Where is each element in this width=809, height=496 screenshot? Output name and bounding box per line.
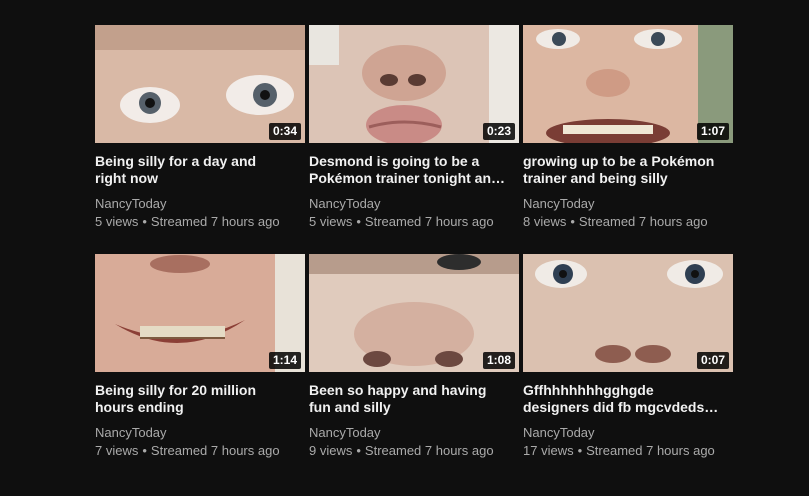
video-metadata: 17 views • Streamed 7 hours ago (523, 442, 719, 460)
view-count: 5 views (95, 214, 139, 229)
video-grid: 0:34 Being silly for a day and right now… (95, 25, 733, 483)
view-count: 9 views (309, 443, 353, 458)
duration-badge: 1:14 (268, 352, 301, 369)
duration-badge: 0:07 (696, 352, 729, 369)
video-thumbnail[interactable]: 1:07 (523, 25, 733, 143)
video-title[interactable]: growing up to be a Pokémon trainer and b… (523, 153, 719, 187)
video-card[interactable]: 0:34 Being silly for a day and right now… (95, 25, 305, 254)
streamed-time: Streamed 7 hours ago (150, 443, 280, 458)
video-thumbnail[interactable]: 0:34 (95, 25, 305, 143)
video-thumbnail[interactable]: 1:08 (309, 254, 519, 372)
video-thumbnail[interactable]: 0:07 (523, 254, 733, 372)
video-metadata: 7 views • Streamed 7 hours ago (95, 442, 291, 460)
streamed-time: Streamed 7 hours ago (578, 214, 708, 229)
streamed-time: Streamed 7 hours ago (364, 443, 494, 458)
video-metadata: 8 views • Streamed 7 hours ago (523, 213, 719, 231)
streamed-time: Streamed 7 hours ago (364, 214, 494, 229)
streamed-time: Streamed 7 hours ago (586, 443, 715, 458)
separator: • (356, 443, 361, 458)
channel-name[interactable]: NancyToday (95, 195, 305, 213)
view-count: 17 views (523, 443, 574, 458)
separator: • (356, 214, 361, 229)
streamed-time: Streamed 7 hours ago (150, 214, 280, 229)
video-title[interactable]: Desmond is going to be a Pokémon trainer… (309, 153, 505, 187)
video-title[interactable]: Been so happy and having fun and silly (309, 382, 505, 416)
video-card[interactable]: 1:08 Been so happy and having fun and si… (309, 254, 519, 483)
video-metadata: 5 views • Streamed 7 hours ago (309, 213, 505, 231)
video-card[interactable]: 0:23 Desmond is going to be a Pokémon tr… (309, 25, 519, 254)
duration-badge: 0:23 (482, 123, 515, 140)
channel-name[interactable]: NancyToday (523, 424, 733, 442)
duration-badge: 0:34 (268, 123, 301, 140)
separator: • (142, 214, 147, 229)
view-count: 7 views (95, 443, 139, 458)
separator: • (142, 443, 147, 458)
video-metadata: 5 views • Streamed 7 hours ago (95, 213, 291, 231)
video-card[interactable]: 1:07 growing up to be a Pokémon trainer … (523, 25, 733, 254)
video-title[interactable]: Being silly for a day and right now (95, 153, 291, 187)
channel-name[interactable]: NancyToday (309, 195, 519, 213)
separator: • (577, 443, 583, 458)
duration-badge: 1:07 (696, 123, 729, 140)
video-card[interactable]: 1:14 Being silly for 20 million hours en… (95, 254, 305, 483)
video-metadata: 9 views • Streamed 7 hours ago (309, 442, 505, 460)
view-count: 5 views (309, 214, 353, 229)
channel-name[interactable]: NancyToday (95, 424, 305, 442)
video-card[interactable]: 0:07 Gffhhhhhhhgghgde designers did fb m… (523, 254, 733, 483)
video-title[interactable]: Being silly for 20 million hours ending (95, 382, 291, 416)
video-thumbnail[interactable]: 1:14 (95, 254, 305, 372)
separator: • (570, 214, 575, 229)
channel-name[interactable]: NancyToday (523, 195, 733, 213)
channel-name[interactable]: NancyToday (309, 424, 519, 442)
view-count: 8 views (523, 214, 567, 229)
video-title[interactable]: Gffhhhhhhhgghgde designers did fb mgcvde… (523, 382, 719, 416)
video-thumbnail[interactable]: 0:23 (309, 25, 519, 143)
duration-badge: 1:08 (482, 352, 515, 369)
